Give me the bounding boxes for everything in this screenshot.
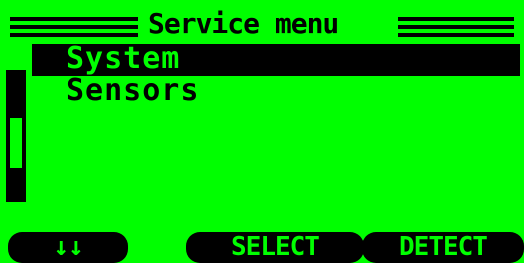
menu-item-system[interactable]: System <box>32 44 520 76</box>
softkey-detect-button[interactable]: DETECT <box>362 232 524 263</box>
title-decoration-left <box>10 15 138 37</box>
softkey-select-button[interactable]: SELECT <box>186 232 364 263</box>
page-title: Service menu <box>148 7 339 40</box>
title-decoration-right <box>398 15 514 37</box>
title-bar: Service menu <box>10 7 516 40</box>
menu-item-sensors[interactable]: Sensors <box>32 76 520 108</box>
softkey-bar: ↓↓ SELECT DETECT <box>0 232 524 263</box>
service-menu-screen: Service menu System Sensors ↓↓ SELECT DE… <box>0 0 524 263</box>
scrollbar[interactable] <box>6 70 26 202</box>
menu-list: System Sensors <box>32 44 520 108</box>
scrollbar-thumb[interactable] <box>10 118 22 168</box>
menu-item-label: Sensors <box>66 73 200 108</box>
softkey-down-button[interactable]: ↓↓ <box>8 232 128 263</box>
menu-item-label: System <box>66 41 181 76</box>
